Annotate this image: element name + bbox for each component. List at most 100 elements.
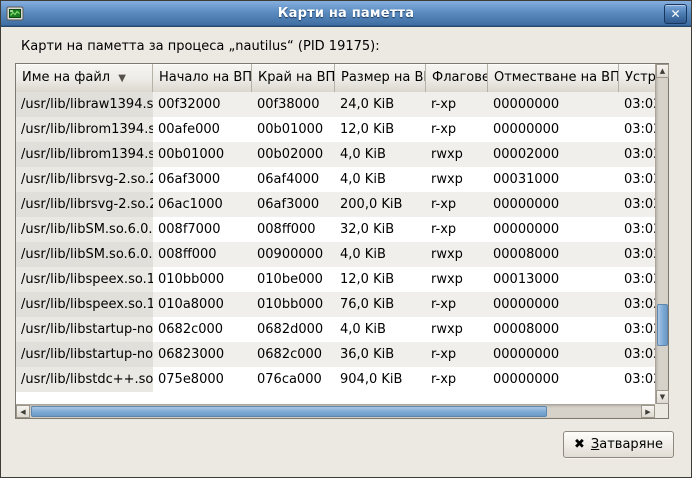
sort-descending-icon: ▼ xyxy=(118,64,126,92)
cell-vm-start: 00afe000 xyxy=(153,117,252,142)
cell-flags: r-xp xyxy=(426,367,488,392)
cell-flags: r-xp xyxy=(426,342,488,367)
horizontal-scrollbar[interactable]: ◀ ▶ xyxy=(16,404,655,418)
cell-filename: /usr/lib/libspeex.so.1 xyxy=(16,292,153,317)
table-row[interactable]: /usr/lib/libstartup-not 06823000 0682c00… xyxy=(16,342,655,367)
cell-vm-end: 010bb000 xyxy=(252,292,335,317)
vertical-scrollbar-thumb[interactable] xyxy=(657,304,668,346)
cell-vm-start: 075e8000 xyxy=(153,367,252,392)
table-row[interactable]: /usr/lib/libstartup-not 0682c000 0682d00… xyxy=(16,317,655,342)
cell-vm-size: 76,0 KiB xyxy=(335,292,426,317)
table-row[interactable]: /usr/lib/libspeex.so.1 010bb000 010be000… xyxy=(16,267,655,292)
cell-vm-end: 008ff000 xyxy=(252,217,335,242)
column-header-vm-start[interactable]: Начало на ВП xyxy=(153,64,252,92)
cell-vm-size: 12,0 KiB xyxy=(335,117,426,142)
titlebar[interactable]: Карти на паметта ✕ xyxy=(1,1,691,27)
cell-vm-start: 06ac1000 xyxy=(153,192,252,217)
cell-device: 03:02 xyxy=(619,167,655,192)
close-icon: ✖ xyxy=(574,438,585,451)
system-monitor-icon xyxy=(6,5,24,23)
cell-vm-offset: 00002000 xyxy=(488,142,619,167)
cell-filename: /usr/lib/libspeex.so.1 xyxy=(16,267,153,292)
cell-vm-end: 010be000 xyxy=(252,267,335,292)
cell-vm-offset: 00000000 xyxy=(488,342,619,367)
cell-filename: /usr/lib/libstdc++.so. xyxy=(16,367,153,392)
cell-vm-size: 36,0 KiB xyxy=(335,342,426,367)
window-close-icon[interactable]: ✕ xyxy=(664,4,687,24)
scroll-up-icon[interactable]: ▲ xyxy=(656,64,669,78)
vertical-scrollbar[interactable]: ▲ ▼ xyxy=(655,64,668,404)
column-header-filename[interactable]: Име на файл ▼ xyxy=(16,64,153,92)
scroll-down-icon[interactable]: ▼ xyxy=(656,390,669,404)
cell-vm-offset: 00013000 xyxy=(488,267,619,292)
cell-flags: rwxp xyxy=(426,317,488,342)
cell-vm-offset: 00000000 xyxy=(488,217,619,242)
column-header-vm-offset[interactable]: Отместване на ВП xyxy=(488,64,619,92)
cell-flags: rwxp xyxy=(426,167,488,192)
cell-vm-end: 0682c000 xyxy=(252,342,335,367)
cell-vm-end: 00b02000 xyxy=(252,142,335,167)
memory-maps-dialog: Карти на паметта ✕ Карти на паметта за п… xyxy=(0,0,692,478)
cell-vm-size: 12,0 KiB xyxy=(335,267,426,292)
cell-filename: /usr/lib/librom1394.so xyxy=(16,117,153,142)
cell-filename: /usr/lib/libstartup-not xyxy=(16,342,153,367)
cell-vm-offset: 00000000 xyxy=(488,192,619,217)
column-header-vm-size[interactable]: Размер на ВП xyxy=(335,64,426,92)
cell-vm-end: 076ca000 xyxy=(252,367,335,392)
column-header-flags[interactable]: Флагове xyxy=(426,64,488,92)
cell-device: 03:02 xyxy=(619,92,655,117)
horizontal-scrollbar-thumb[interactable] xyxy=(31,406,547,417)
cell-flags: rwxp xyxy=(426,242,488,267)
cell-vm-start: 00b01000 xyxy=(153,142,252,167)
cell-filename: /usr/lib/librsvg-2.so.2 xyxy=(16,167,153,192)
table-row[interactable]: /usr/lib/librsvg-2.so.2 06af3000 06af400… xyxy=(16,167,655,192)
process-description: Карти на паметта за процеса „nautilus“ (… xyxy=(21,39,380,54)
table-row[interactable]: /usr/lib/librsvg-2.so.2 06ac1000 06af300… xyxy=(16,192,655,217)
table-row[interactable]: /usr/lib/librom1394.so 00b01000 00b02000… xyxy=(16,142,655,167)
table-row[interactable]: /usr/lib/libSM.so.6.0.0 008ff000 0090000… xyxy=(16,242,655,267)
cell-device: 03:02 xyxy=(619,242,655,267)
column-header-device[interactable]: Устройство xyxy=(619,64,655,92)
table-header-row: Име на файл ▼ Начало на ВП Край на ВП Ра… xyxy=(16,64,655,92)
scroll-left-icon[interactable]: ◀ xyxy=(16,405,30,418)
cell-vm-size: 4,0 KiB xyxy=(335,317,426,342)
cell-device: 03:02 xyxy=(619,292,655,317)
cell-vm-start: 008ff000 xyxy=(153,242,252,267)
table-row[interactable]: /usr/lib/libstdc++.so. 075e8000 076ca000… xyxy=(16,367,655,392)
cell-device: 03:02 xyxy=(619,317,655,342)
cell-vm-end: 00900000 xyxy=(252,242,335,267)
cell-device: 03:02 xyxy=(619,267,655,292)
cell-vm-end: 0682d000 xyxy=(252,317,335,342)
table-body: /usr/lib/libraw1394.so 00f32000 00f38000… xyxy=(16,92,655,404)
cell-vm-size: 32,0 KiB xyxy=(335,217,426,242)
cell-vm-end: 06af4000 xyxy=(252,167,335,192)
table-row[interactable]: /usr/lib/libraw1394.so 00f32000 00f38000… xyxy=(16,92,655,117)
cell-device: 03:02 xyxy=(619,342,655,367)
cell-vm-end: 00b01000 xyxy=(252,117,335,142)
table-row[interactable]: /usr/lib/librom1394.so 00afe000 00b01000… xyxy=(16,117,655,142)
cell-filename: /usr/lib/libSM.so.6.0.0 xyxy=(16,217,153,242)
cell-vm-size: 4,0 KiB xyxy=(335,242,426,267)
cell-flags: r-xp xyxy=(426,117,488,142)
cell-vm-size: 24,0 KiB xyxy=(335,92,426,117)
cell-vm-start: 010a8000 xyxy=(153,292,252,317)
scroll-right-icon[interactable]: ▶ xyxy=(641,405,655,418)
cell-vm-end: 06af3000 xyxy=(252,192,335,217)
cell-vm-offset: 00000000 xyxy=(488,292,619,317)
table-row[interactable]: /usr/lib/libspeex.so.1 010a8000 010bb000… xyxy=(16,292,655,317)
table-row[interactable]: /usr/lib/libSM.so.6.0.0 008f7000 008ff00… xyxy=(16,217,655,242)
column-header-vm-end[interactable]: Край на ВП xyxy=(252,64,335,92)
close-button[interactable]: ✖ Затваряне xyxy=(563,431,674,458)
cell-flags: r-xp xyxy=(426,92,488,117)
cell-vm-start: 008f7000 xyxy=(153,217,252,242)
cell-vm-size: 4,0 KiB xyxy=(335,167,426,192)
cell-filename: /usr/lib/libSM.so.6.0.0 xyxy=(16,242,153,267)
cell-device: 03:02 xyxy=(619,217,655,242)
memory-maps-table: Име на файл ▼ Начало на ВП Край на ВП Ра… xyxy=(15,63,669,419)
cell-vm-offset: 00008000 xyxy=(488,242,619,267)
cell-vm-offset: 00000000 xyxy=(488,92,619,117)
cell-flags: rwxp xyxy=(426,142,488,167)
cell-filename: /usr/lib/librom1394.so xyxy=(16,142,153,167)
cell-flags: r-xp xyxy=(426,192,488,217)
cell-vm-offset: 00031000 xyxy=(488,167,619,192)
